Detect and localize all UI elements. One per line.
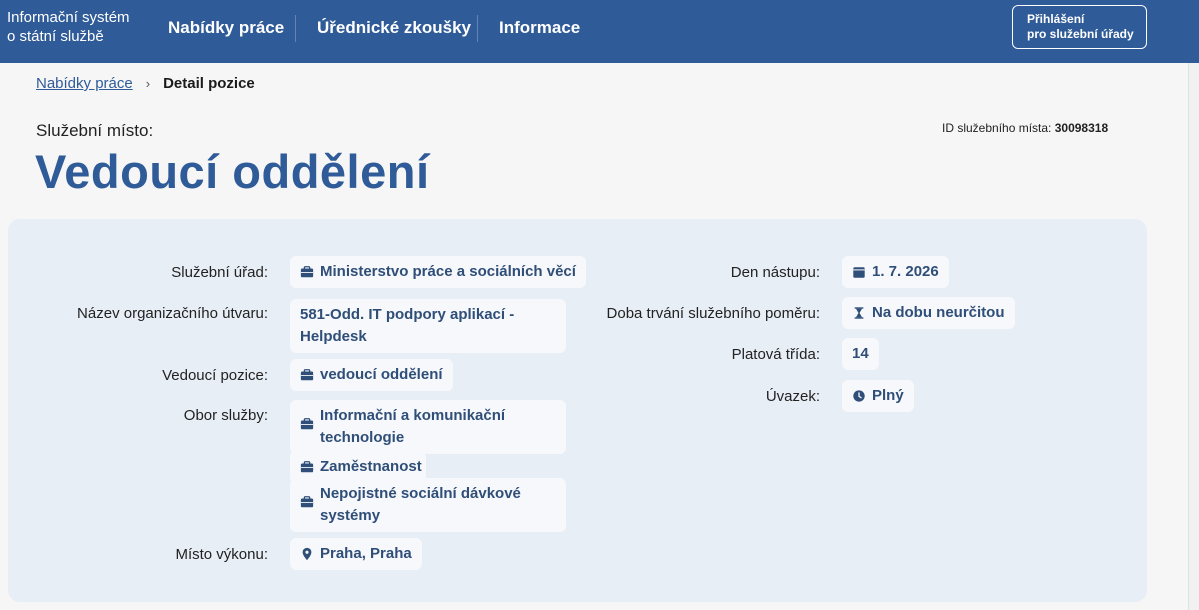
brand-line-2: o státní službě (7, 28, 104, 45)
briefcase-icon (300, 496, 314, 508)
login-line-2: pro služební úřady (1027, 27, 1134, 41)
briefcase-icon (300, 266, 314, 278)
login-button[interactable]: Přihlášení pro služební úřady (1012, 5, 1147, 49)
start-date-chip: 1. 7. 2026 (842, 256, 949, 288)
nav-divider (477, 15, 478, 42)
field-of-service-chip: Nepojistné sociální dávkové systémy (290, 478, 566, 532)
page-title: Vedoucí oddělení (35, 145, 430, 198)
duration-chip: Na dobu neurčitou (842, 297, 1015, 329)
lead-position-value: vedoucí oddělení (320, 366, 443, 383)
nav-divider (295, 15, 296, 42)
salary-class-label: Platová třída: (731, 346, 820, 363)
field-of-service-chip: Informační a komunikační technologie (290, 400, 566, 454)
duration-label: Doba trvání služebního poměru: (606, 305, 820, 322)
salary-class-value: 14 (852, 345, 869, 362)
unit-label: Název organizačního útvaru: (77, 305, 268, 322)
field-2-value: Zaměstnanost (320, 458, 422, 475)
nav-exams[interactable]: Úřednické zkoušky (317, 0, 471, 63)
office-label: Služební úřad: (171, 264, 268, 281)
workload-value: Plný (872, 387, 904, 404)
field-of-service-label: Obor služby: (183, 407, 268, 424)
breadcrumb-link-job-offers[interactable]: Nabídky práce (36, 75, 133, 92)
position-id-label: ID služebního místa: (942, 121, 1052, 135)
lead-position-chip: vedoucí oddělení (290, 359, 453, 391)
place-label: Místo výkonu: (175, 546, 268, 563)
duration-value: Na dobu neurčitou (872, 304, 1005, 321)
brand-line-1: Informační systém (7, 9, 130, 26)
place-value: Praha, Praha (320, 545, 412, 562)
place-chip: Praha, Praha (290, 538, 422, 570)
start-date-label: Den nástupu: (730, 264, 820, 281)
login-line-1: Přihlášení (1027, 12, 1085, 26)
unit-value-line-2: Helpdesk (300, 328, 367, 345)
field-3-line-1: Nepojistné sociální dávkové (320, 485, 521, 502)
calendar-icon (853, 267, 865, 278)
briefcase-icon (300, 461, 314, 473)
field-1-line-1: Informační a komunikační (320, 407, 506, 424)
office-value: Ministerstvo práce a sociálních věcí (320, 263, 576, 280)
start-date-value: 1. 7. 2026 (872, 263, 939, 280)
nav-job-offers[interactable]: Nabídky práce (168, 0, 284, 63)
chevron-right-icon: › (145, 76, 151, 91)
lead-position-label: Vedoucí pozice: (162, 367, 268, 384)
position-id: ID služebního místa: 30098318 (942, 121, 1108, 135)
top-navigation-bar: Informační systém o státní službě Nabídk… (0, 0, 1199, 63)
map-pin-icon (302, 547, 312, 561)
office-chip: Ministerstvo práce a sociálních věcí (290, 256, 586, 288)
scrollbar[interactable] (1188, 63, 1199, 610)
unit-chip: 581-Odd. IT podpory aplikací - Helpdesk (290, 299, 566, 353)
nav-information[interactable]: Informace (499, 0, 580, 63)
breadcrumb-current: Detail pozice (163, 75, 255, 92)
briefcase-icon (300, 418, 314, 430)
workload-chip: Plný (842, 380, 914, 412)
breadcrumb: Nabídky práce › Detail pozice (36, 75, 255, 92)
field-1-line-2: technologie (320, 429, 405, 446)
unit-value-line-1: 581-Odd. IT podpory aplikací - (300, 306, 515, 323)
field-3-line-2: systémy (320, 507, 381, 524)
workload-label: Úvazek: (765, 388, 820, 405)
salary-class-chip: 14 (842, 338, 879, 370)
position-id-value: 30098318 (1054, 121, 1109, 135)
position-type-label: Služební místo: (36, 121, 154, 140)
briefcase-icon (300, 369, 314, 381)
hourglass-icon (854, 307, 864, 319)
clock-icon (853, 390, 865, 402)
site-brand[interactable]: Informační systém o státní službě (7, 8, 147, 46)
